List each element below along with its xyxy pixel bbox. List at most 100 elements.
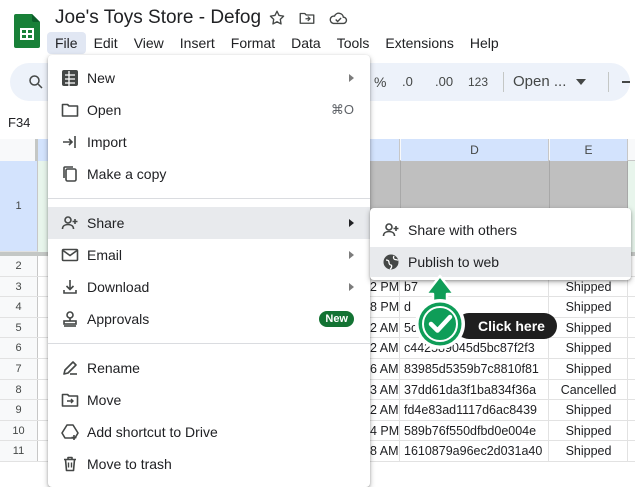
share-person-icon <box>61 216 78 230</box>
document-title[interactable]: Joe's Toys Store - Defog <box>55 6 261 30</box>
approvals-icon <box>63 311 77 327</box>
menu-item-move[interactable]: Move <box>48 384 370 416</box>
cloud-saved-icon[interactable] <box>328 9 348 27</box>
trash-icon <box>64 456 76 472</box>
menu-view[interactable]: View <box>126 32 172 54</box>
status-cell[interactable]: Shipped <box>550 400 628 421</box>
order-id-cell[interactable]: fd4e83ad1117d6ac8439 <box>401 400 549 421</box>
time-cell[interactable]: 6 AM <box>370 359 400 379</box>
select-all-corner[interactable] <box>0 139 38 161</box>
status-cell[interactable]: Shipped <box>550 441 628 462</box>
status-cell[interactable]: Shipped <box>550 359 628 379</box>
time-cell[interactable]: 2 AM <box>370 338 400 359</box>
format-percent-button[interactable]: % <box>374 63 386 101</box>
rename-icon <box>63 361 77 375</box>
order-id-cell[interactable]: 1610879a96ec2d031a40 <box>401 441 549 462</box>
toolbar-divider <box>608 72 609 92</box>
menu-item-label: Move to trash <box>87 456 172 472</box>
globe-icon <box>383 254 399 270</box>
order-id-cell[interactable]: 589b76f550dfbd0e004e <box>401 420 549 441</box>
menu-item-share[interactable]: Share <box>48 207 370 239</box>
submenu-arrow-icon <box>349 74 354 82</box>
menu-item-import[interactable]: Import <box>48 126 370 158</box>
import-icon <box>63 136 76 148</box>
new-badge: New <box>319 311 354 327</box>
menu-file[interactable]: File <box>47 32 86 54</box>
submenu-arrow-icon <box>349 251 354 259</box>
title-actions <box>268 9 348 27</box>
menu-item-label: Make a copy <box>87 166 167 182</box>
menu-extensions[interactable]: Extensions <box>377 32 461 54</box>
decrease-decimal-label: .0 <box>402 74 413 89</box>
move-to-folder-icon[interactable] <box>298 9 316 27</box>
menu-item-label: New <box>87 70 116 86</box>
green-check-pointer-icon[interactable] <box>412 274 468 352</box>
time-cell[interactable]: 2 AM <box>370 400 400 421</box>
drive-shortcut-icon <box>61 424 79 440</box>
status-cell[interactable]: Cancelled <box>550 379 628 400</box>
menu-item-label: Open <box>87 102 122 118</box>
star-icon[interactable] <box>268 9 286 27</box>
menu-item-label: Add shortcut to Drive <box>87 424 218 440</box>
menu-item-label: Rename <box>87 360 140 376</box>
move-folder-icon <box>61 393 79 407</box>
menu-format[interactable]: Format <box>223 32 283 54</box>
row-header-1[interactable]: 1 <box>0 161 38 252</box>
menu-divider <box>48 343 370 344</box>
name-box[interactable]: F34 <box>8 115 30 130</box>
decrease-decimal-button[interactable]: .0 <box>402 63 413 101</box>
submenu-item-label: Share with others <box>408 222 517 238</box>
shortcut-hint: ⌘O <box>330 102 354 117</box>
menu-item-open[interactable]: Open ⌘O <box>48 94 370 126</box>
status-cell[interactable]: Shipped <box>550 317 628 338</box>
time-cell[interactable]: 8 PM <box>370 297 400 318</box>
menu-item-label: Move <box>87 392 122 408</box>
menu-item-download[interactable]: Download <box>48 271 370 303</box>
email-icon <box>61 248 79 262</box>
menu-item-new[interactable]: New <box>48 62 370 94</box>
time-cell[interactable]: 2 AM <box>370 317 400 338</box>
time-cell[interactable]: 3 AM <box>370 379 400 400</box>
menu-item-label: Download <box>87 279 150 295</box>
toolbar-divider <box>503 72 504 92</box>
submenu-arrow-icon <box>349 283 354 291</box>
column-header-e[interactable]: E <box>550 139 628 161</box>
sheets-logo-icon[interactable] <box>14 14 40 48</box>
menu-item-label: Approvals <box>87 311 150 327</box>
menu-item-email[interactable]: Email <box>48 239 370 271</box>
menu-divider <box>48 198 370 199</box>
status-cell[interactable]: Shipped <box>550 338 628 359</box>
menu-item-share-with-others[interactable]: Share with others <box>370 215 631 245</box>
menu-edit[interactable]: Edit <box>86 32 126 54</box>
increase-decimal-button[interactable]: .00 <box>435 63 453 101</box>
file-menu: New Open ⌘O Import Make a copy Share Ema… <box>48 55 370 487</box>
status-cell[interactable]: Shipped <box>550 297 628 318</box>
menu-item-label: Import <box>87 134 127 150</box>
menu-item-make-a-copy[interactable]: Make a copy <box>48 158 370 190</box>
click-here-callout[interactable]: Click here <box>456 313 557 339</box>
order-id-cell[interactable]: 37dd61da3f1ba834f36a <box>401 379 549 400</box>
font-family-select[interactable]: Open ... <box>513 63 566 101</box>
menu-item-move-to-trash[interactable]: Move to trash <box>48 448 370 480</box>
share-submenu: Share with others Publish to web <box>370 208 631 280</box>
menu-item-approvals[interactable]: Approvals New <box>48 303 370 335</box>
menu-item-add-shortcut-to-drive[interactable]: Add shortcut to Drive <box>48 416 370 448</box>
column-header-d[interactable]: D <box>401 139 549 161</box>
search-menus-icon[interactable] <box>27 73 45 91</box>
status-cell[interactable]: Shipped <box>550 420 628 441</box>
submenu-arrow-icon <box>349 219 354 227</box>
menu-help[interactable]: Help <box>462 32 507 54</box>
menu-item-publish-to-web[interactable]: Publish to web <box>370 247 631 277</box>
time-cell[interactable]: 4 PM <box>370 420 400 441</box>
submenu-item-label: Publish to web <box>408 254 500 270</box>
menu-insert[interactable]: Insert <box>172 32 223 54</box>
menu-tools[interactable]: Tools <box>329 32 378 54</box>
menu-item-rename[interactable]: Rename <box>48 352 370 384</box>
font-dropdown-chevron-icon[interactable] <box>576 78 586 86</box>
time-cell[interactable]: 8 AM <box>370 441 400 462</box>
order-id-cell[interactable]: 83985d5359b7c8810f81 <box>401 359 549 379</box>
minus-font-size-icon[interactable] <box>622 81 630 83</box>
download-icon <box>63 280 77 294</box>
more-formats-button[interactable]: 123 <box>468 63 488 101</box>
menu-data[interactable]: Data <box>283 32 329 54</box>
